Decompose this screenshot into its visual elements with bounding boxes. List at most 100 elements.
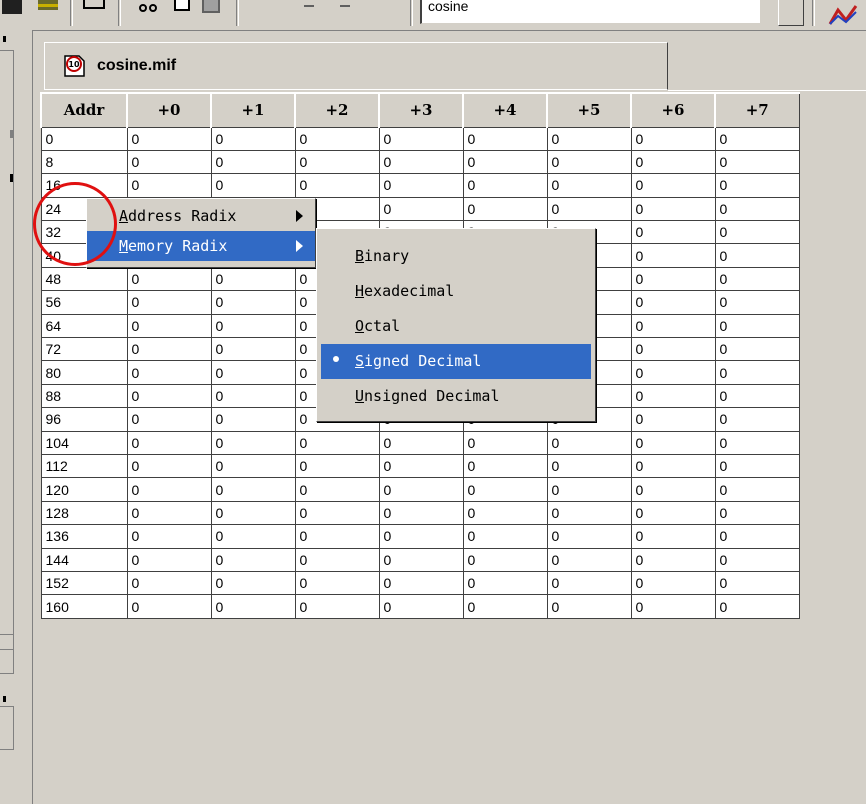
- memory-cell[interactable]: 0: [210, 524, 296, 549]
- memory-cell[interactable]: 0: [378, 524, 464, 549]
- address-cell[interactable]: 72: [40, 337, 128, 362]
- memory-cell[interactable]: 0: [126, 149, 212, 175]
- memory-cell[interactable]: 0: [462, 477, 548, 502]
- address-cell[interactable]: 120: [40, 477, 128, 502]
- memory-cell[interactable]: 0: [714, 149, 800, 175]
- address-cell[interactable]: 0: [40, 126, 128, 151]
- memory-cell[interactable]: 0: [630, 196, 716, 222]
- memory-cell[interactable]: 0: [714, 290, 800, 315]
- chart-icon[interactable]: [828, 2, 862, 26]
- search-dropdown-button[interactable]: [778, 0, 804, 26]
- memory-cell[interactable]: 0: [294, 149, 380, 175]
- memory-cell[interactable]: 0: [630, 290, 716, 315]
- memory-cell[interactable]: 0: [378, 547, 464, 572]
- memory-cell[interactable]: 0: [714, 453, 800, 479]
- memory-cell[interactable]: 0: [630, 126, 716, 151]
- memory-cell[interactable]: 0: [378, 453, 464, 479]
- memory-cell[interactable]: 0: [378, 149, 464, 175]
- cut-icon[interactable]: [136, 0, 160, 16]
- address-cell[interactable]: 104: [40, 430, 128, 455]
- memory-cell[interactable]: 0: [630, 173, 716, 198]
- memory-cell[interactable]: 0: [126, 407, 212, 432]
- memory-cell[interactable]: 0: [294, 547, 380, 572]
- memory-cell[interactable]: 0: [630, 524, 716, 549]
- menu-item-address-radix[interactable]: Address Radix: [87, 201, 315, 231]
- memory-cell[interactable]: 0: [210, 547, 296, 572]
- memory-cell[interactable]: 0: [126, 383, 212, 409]
- memory-cell[interactable]: 0: [294, 453, 380, 479]
- memory-cell[interactable]: 0: [210, 407, 296, 432]
- memory-cell[interactable]: 0: [210, 383, 296, 409]
- memory-cell[interactable]: 0: [210, 290, 296, 315]
- memory-cell[interactable]: 0: [378, 477, 464, 502]
- memory-cell[interactable]: 0: [126, 524, 212, 549]
- memory-cell[interactable]: 0: [714, 220, 800, 245]
- memory-cell[interactable]: 0: [546, 149, 632, 175]
- memory-cell[interactable]: 0: [378, 430, 464, 455]
- memory-cell[interactable]: 0: [294, 570, 380, 596]
- folder-icon[interactable]: [36, 0, 60, 16]
- memory-cell[interactable]: 0: [546, 570, 632, 596]
- memory-cell[interactable]: 0: [378, 126, 464, 151]
- memory-cell[interactable]: 0: [546, 196, 632, 222]
- memory-cell[interactable]: 0: [630, 243, 716, 268]
- memory-cell[interactable]: 0: [210, 453, 296, 479]
- memory-cell[interactable]: 0: [630, 383, 716, 409]
- address-cell[interactable]: 112: [40, 453, 128, 479]
- address-cell[interactable]: 16: [40, 173, 128, 198]
- memory-cell[interactable]: 0: [462, 500, 548, 526]
- memory-cell[interactable]: 0: [126, 570, 212, 596]
- memory-cell[interactable]: 0: [714, 500, 800, 526]
- memory-cell[interactable]: 0: [714, 266, 800, 292]
- memory-cell[interactable]: 0: [630, 313, 716, 339]
- save-icon[interactable]: [0, 0, 24, 16]
- memory-cell[interactable]: 0: [714, 594, 800, 619]
- memory-cell[interactable]: 0: [462, 430, 548, 455]
- memory-cell[interactable]: 0: [714, 243, 800, 268]
- menu-item-memory-radix[interactable]: Memory Radix: [87, 231, 315, 261]
- memory-cell[interactable]: 0: [714, 477, 800, 502]
- address-cell[interactable]: 128: [40, 500, 128, 526]
- address-cell[interactable]: 80: [40, 360, 128, 385]
- memory-cell[interactable]: 0: [714, 383, 800, 409]
- memory-cell[interactable]: 0: [462, 594, 548, 619]
- memory-cell[interactable]: 0: [462, 547, 548, 572]
- memory-cell[interactable]: 0: [546, 126, 632, 151]
- memory-cell[interactable]: 0: [378, 196, 464, 222]
- memory-cell[interactable]: 0: [630, 547, 716, 572]
- memory-cell[interactable]: 0: [630, 453, 716, 479]
- memory-cell[interactable]: 0: [462, 453, 548, 479]
- memory-cell[interactable]: 0: [630, 477, 716, 502]
- memory-cell[interactable]: 0: [294, 430, 380, 455]
- memory-cell[interactable]: 0: [210, 570, 296, 596]
- memory-cell[interactable]: 0: [546, 453, 632, 479]
- memory-cell[interactable]: 0: [462, 524, 548, 549]
- memory-cell[interactable]: 0: [546, 173, 632, 198]
- memory-cell[interactable]: 0: [462, 149, 548, 175]
- memory-cell[interactable]: 0: [126, 290, 212, 315]
- memory-cell[interactable]: 0: [210, 337, 296, 362]
- address-cell[interactable]: 144: [40, 547, 128, 572]
- memory-cell[interactable]: 0: [546, 500, 632, 526]
- memory-cell[interactable]: 0: [126, 266, 212, 292]
- address-cell[interactable]: 96: [40, 407, 128, 432]
- memory-cell[interactable]: 0: [210, 594, 296, 619]
- address-cell[interactable]: 152: [40, 570, 128, 596]
- address-cell[interactable]: 88: [40, 383, 128, 409]
- memory-cell[interactable]: 0: [630, 407, 716, 432]
- radix-option-signed-decimal[interactable]: Signed Decimal: [321, 344, 591, 379]
- memory-cell[interactable]: 0: [630, 500, 716, 526]
- radix-option-octal[interactable]: Octal: [321, 309, 591, 344]
- memory-cell[interactable]: 0: [378, 594, 464, 619]
- redo-icon[interactable]: [334, 0, 358, 16]
- memory-cell[interactable]: 0: [630, 360, 716, 385]
- memory-cell[interactable]: 0: [210, 500, 296, 526]
- memory-cell[interactable]: 0: [126, 337, 212, 362]
- memory-cell[interactable]: 0: [126, 477, 212, 502]
- memory-cell[interactable]: 0: [378, 570, 464, 596]
- copy-icon[interactable]: [172, 0, 196, 16]
- radix-option-binary[interactable]: Binary: [321, 239, 591, 274]
- memory-cell[interactable]: 0: [210, 360, 296, 385]
- memory-cell[interactable]: 0: [210, 173, 296, 198]
- memory-cell[interactable]: 0: [546, 430, 632, 455]
